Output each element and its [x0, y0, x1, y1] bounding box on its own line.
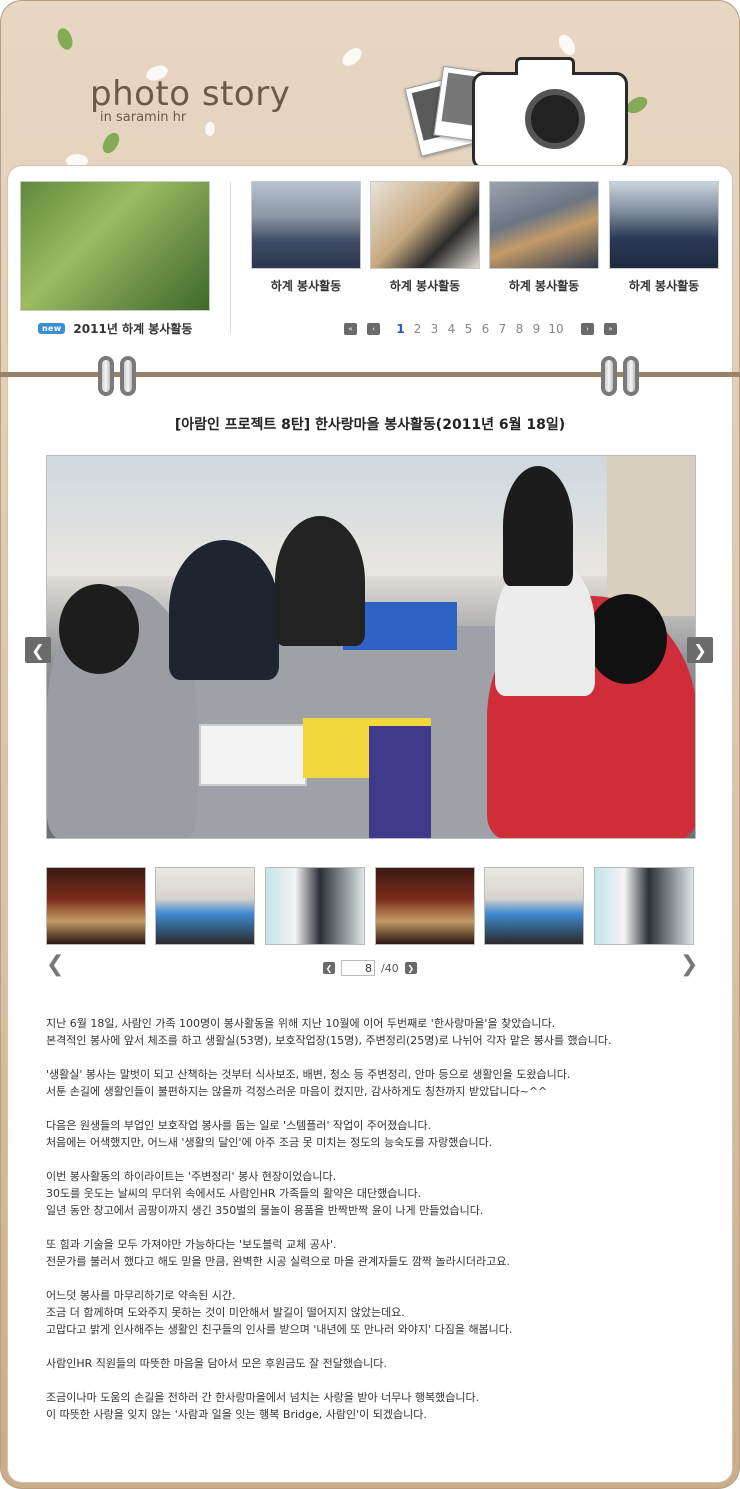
post-body: 지난 6월 18일, 사람인 가족 100명이 봉사활동을 위해 지난 10월에…	[46, 1015, 706, 1440]
text-line: 이 따뜻한 사랑을 잊지 않는 '사람과 일을 잇는 행복 Bridge, 사람…	[46, 1408, 427, 1421]
paragraph: 어느덧 봉사를 마무리하기로 약속된 시간. 조금 더 함께하며 도와주지 못하…	[46, 1287, 706, 1338]
album-thumb[interactable]: 하계 봉사활동	[370, 181, 480, 294]
binder-ring	[98, 356, 114, 396]
chevron-left-icon: ❮	[46, 952, 65, 977]
chevron-right-icon: ❯	[693, 640, 707, 660]
chevron-right-icon: ❯	[680, 952, 699, 977]
album-thumb-caption[interactable]: 하계 봉사활동	[609, 277, 719, 294]
text-line: 고맙다고 밝게 인사해주는 생활인 친구들의 인사를 받으며 '내년에 또 만나…	[46, 1323, 513, 1336]
binder-ring	[623, 356, 639, 396]
leaf-decoration	[554, 32, 580, 58]
album-thumbnails: 하계 봉사활동 하계 봉사활동 하계 봉사활동 하계 봉사활동	[251, 181, 721, 301]
filmstrip-photo[interactable]	[594, 867, 694, 945]
paragraph: '생활실' 봉사는 말벗이 되고 산책하는 것부터 식사보조, 배변, 청소 등…	[46, 1066, 706, 1100]
album-thumb-image[interactable]	[489, 181, 599, 269]
leaf-decoration	[203, 121, 217, 137]
paragraph: 조금이나마 도움의 손길을 전하러 간 한사랑마을에서 넘치는 사랑을 받아 너…	[46, 1389, 706, 1423]
camera-icon	[472, 57, 628, 170]
counter-next-button[interactable]: ❯	[404, 962, 417, 974]
filmstrip-next-button[interactable]: ❯	[680, 954, 698, 976]
album-thumb-image[interactable]	[609, 181, 719, 269]
photo-counter: ❮ /40 ❯	[323, 960, 417, 976]
next-page-button[interactable]: ›	[581, 323, 594, 335]
album-thumb[interactable]: 하계 봉사활동	[251, 181, 361, 294]
album-thumb[interactable]: 하계 봉사활동	[609, 181, 719, 294]
header: photo story in saramin hr	[0, 0, 740, 170]
page-number[interactable]: 3	[426, 322, 443, 336]
photo-next-button[interactable]: ❯	[687, 637, 713, 663]
leaf-decoration	[53, 25, 77, 53]
album-thumb-image[interactable]	[251, 181, 361, 269]
featured-album-title: 2011년 하계 봉사활동	[73, 322, 193, 336]
post-title: [아람인 프로젝트 8탄] 한사랑마을 봉사활동(2011년 6월 18일)	[174, 417, 566, 433]
page-number[interactable]: 7	[494, 322, 511, 336]
text-line: 전문가를 불러서 했다고 해도 믿을 만큼, 완벽한 시공 실력으로 마을 관계…	[46, 1255, 510, 1268]
text-line: 조금이나마 도움의 손길을 전하러 간 한사랑마을에서 넘치는 사랑을 받아 너…	[46, 1391, 480, 1404]
counter-prev-button[interactable]: ❮	[323, 962, 335, 974]
main-photo	[46, 455, 696, 839]
paragraph: 다음은 원생들의 부업인 보호작업 봉사를 돕는 일로 '스템플러' 작업이 주…	[46, 1117, 706, 1151]
photo-total: /40	[381, 961, 399, 975]
filmstrip-prev-button[interactable]: ❮	[46, 954, 64, 976]
filmstrip-photo[interactable]	[46, 867, 146, 945]
text-line: 또 힘과 기술을 모두 가져야만 가능하다는 '보도블럭 교체 공사'.	[46, 1238, 337, 1251]
paragraph: 또 힘과 기술을 모두 가져야만 가능하다는 '보도블럭 교체 공사'. 전문가…	[46, 1236, 706, 1270]
page-number[interactable]: 4	[443, 322, 460, 336]
text-line: 지난 6월 18일, 사람인 가족 100명이 봉사활동을 위해 지난 10월에…	[46, 1017, 556, 1030]
text-line: 이번 봉사활동의 하이라이트는 '주변정리' 봉사 현장이었습니다.	[46, 1170, 337, 1183]
text-line: 조금 더 함께하며 도와주지 못하는 것이 미안해서 발길이 떨어지지 않았는데…	[46, 1306, 405, 1319]
page-number[interactable]: 8	[511, 322, 528, 336]
page-number[interactable]: 10	[545, 322, 567, 336]
page-number[interactable]: 6	[477, 322, 494, 336]
text-line: 30도를 웃도는 날씨의 무더위 속에서도 사람인HR 가족들의 활약은 대단했…	[46, 1187, 422, 1200]
chevron-left-icon: ❮	[31, 640, 45, 660]
album-thumb-caption[interactable]: 하계 봉사활동	[251, 277, 361, 294]
text-line: 사람인HR 직원들의 따뜻한 마음을 담아서 모은 후원금도 잘 전달했습니다.	[46, 1357, 387, 1370]
featured-album-thumbnail[interactable]	[20, 181, 210, 311]
last-page-button[interactable]: »	[604, 323, 617, 335]
page-number[interactable]: 9	[528, 322, 545, 336]
text-line: 다음은 원생들의 부업인 보호작업 봉사를 돕는 일로 '스템플러' 작업이 주…	[46, 1119, 432, 1132]
album-thumb[interactable]: 하계 봉사활동	[489, 181, 599, 294]
leaf-decoration	[100, 130, 122, 156]
text-line: 본격적인 봉사에 앞서 체조를 하고 생활실(53명), 보호작업장(15명),…	[46, 1034, 612, 1047]
gallery-strip: new 2011년 하계 봉사활동 하계 봉사활동 하계 봉사활동 하계 봉사활…	[8, 166, 732, 366]
filmstrip-photo[interactable]	[155, 867, 255, 945]
photo-filmstrip	[46, 867, 696, 947]
leaf-decoration	[339, 44, 365, 70]
prev-page-button[interactable]: ‹	[367, 323, 380, 335]
filmstrip-photo[interactable]	[484, 867, 584, 945]
page-number[interactable]: 1	[392, 322, 409, 336]
binder-ring	[601, 356, 617, 396]
binder-ring	[120, 356, 136, 396]
first-page-button[interactable]: «	[344, 323, 357, 335]
filmstrip-photo[interactable]	[265, 867, 365, 945]
album-thumb-image[interactable]	[370, 181, 480, 269]
photo-prev-button[interactable]: ❮	[25, 637, 51, 663]
text-line: 처음에는 어색했지만, 어느새 '생활의 달인'에 아주 조금 못 미치는 정도…	[46, 1136, 493, 1149]
paragraph: 사람인HR 직원들의 따뜻한 마음을 담아서 모은 후원금도 잘 전달했습니다.	[46, 1355, 706, 1372]
photo-index-input[interactable]	[341, 960, 375, 976]
featured-album-caption[interactable]: new 2011년 하계 봉사활동	[38, 320, 192, 337]
filmstrip-photo[interactable]	[375, 867, 475, 945]
album-thumb-caption[interactable]: 하계 봉사활동	[370, 277, 480, 294]
text-line: 서툰 손길에 생활인들이 불편하지는 않을까 걱정스러운 마음이 컸지만, 감사…	[46, 1085, 548, 1098]
site-subtitle: in saramin hr	[100, 110, 187, 125]
text-line: 일년 동안 창고에서 곰팡이까지 생긴 350벌의 물놀이 용품을 반짝반짝 윤…	[46, 1204, 484, 1217]
album-thumb-caption[interactable]: 하계 봉사활동	[489, 277, 599, 294]
text-line: 어느덧 봉사를 마무리하기로 약속된 시간.	[46, 1289, 236, 1302]
site-title: photo story	[90, 74, 291, 114]
page-number[interactable]: 2	[409, 322, 426, 336]
page-number[interactable]: 5	[460, 322, 477, 336]
new-badge: new	[38, 323, 66, 334]
paragraph: 지난 6월 18일, 사람인 가족 100명이 봉사활동을 위해 지난 10월에…	[46, 1015, 706, 1049]
text-line: '생활실' 봉사는 말벗이 되고 산책하는 것부터 식사보조, 배변, 청소 등…	[46, 1068, 571, 1081]
paragraph: 이번 봉사활동의 하이라이트는 '주변정리' 봉사 현장이었습니다. 30도를 …	[46, 1168, 706, 1219]
album-pager: « ‹ 1 2 3 4 5 6 7 8 9 10 › »	[344, 322, 617, 336]
divider	[230, 182, 231, 334]
